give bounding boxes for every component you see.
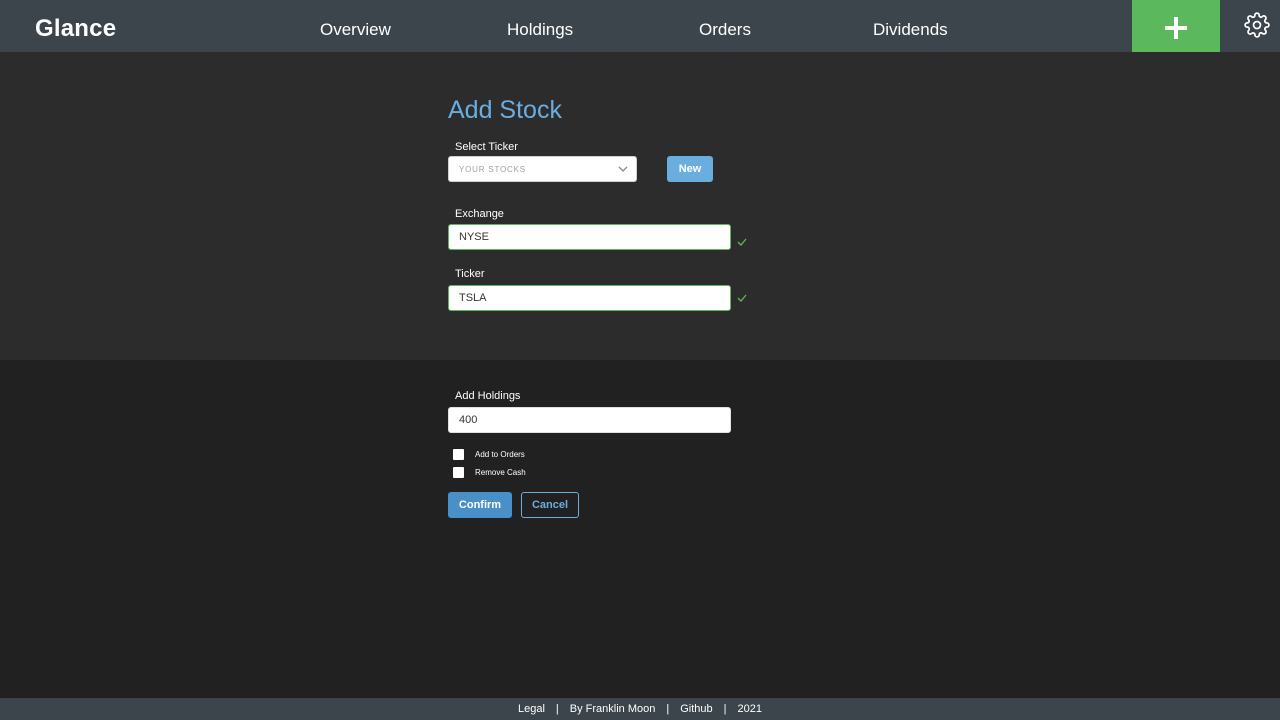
footer-author-link[interactable]: By Franklin Moon [570, 703, 656, 715]
ticker-input[interactable] [448, 285, 731, 311]
exchange-label: Exchange [455, 208, 504, 220]
footer-legal-link[interactable]: Legal [518, 703, 545, 715]
footer-separator: | [723, 703, 727, 715]
add-to-orders-checkbox[interactable] [453, 449, 464, 460]
remove-cash-checkbox[interactable] [453, 467, 464, 478]
add-to-orders-label: Add to Orders [475, 450, 525, 459]
new-ticker-button[interactable]: New [667, 156, 713, 182]
plus-icon [1165, 16, 1187, 39]
footer-separator: | [555, 703, 559, 715]
footer-separator: | [666, 703, 670, 715]
holdings-label: Add Holdings [455, 390, 521, 402]
holdings-input[interactable] [448, 407, 731, 433]
add-stock-button[interactable] [1132, 0, 1220, 55]
ticker-label: Ticker [455, 268, 485, 280]
select-ticker-label: Select Ticker [455, 141, 518, 153]
footer-year: 2021 [737, 703, 762, 715]
footer: Legal | By Franklin Moon | Github | 2021 [0, 698, 1280, 720]
page-title: Add Stock [448, 96, 562, 124]
nav-overview[interactable]: Overview [320, 20, 391, 40]
stock-details-section [0, 52, 1280, 360]
nav-dividends[interactable]: Dividends [873, 20, 948, 40]
confirm-button[interactable]: Confirm [448, 492, 512, 518]
ticker-select-placeholder: YOUR STOCKS [459, 165, 526, 174]
checkmark-icon [737, 238, 747, 246]
nav-orders[interactable]: Orders [699, 20, 751, 40]
checkmark-icon [737, 294, 747, 302]
footer-github-link[interactable]: Github [680, 703, 712, 715]
gear-icon[interactable] [1244, 12, 1270, 38]
top-nav-bar: Glance Overview Holdings Orders Dividend… [0, 0, 1280, 55]
remove-cash-label: Remove Cash [475, 468, 526, 477]
app-logo[interactable]: Glance [35, 15, 116, 43]
chevron-down-icon [618, 166, 628, 172]
nav-holdings[interactable]: Holdings [507, 20, 573, 40]
exchange-input[interactable] [448, 224, 731, 250]
cancel-button[interactable]: Cancel [521, 492, 579, 518]
ticker-select[interactable]: YOUR STOCKS [448, 156, 637, 182]
